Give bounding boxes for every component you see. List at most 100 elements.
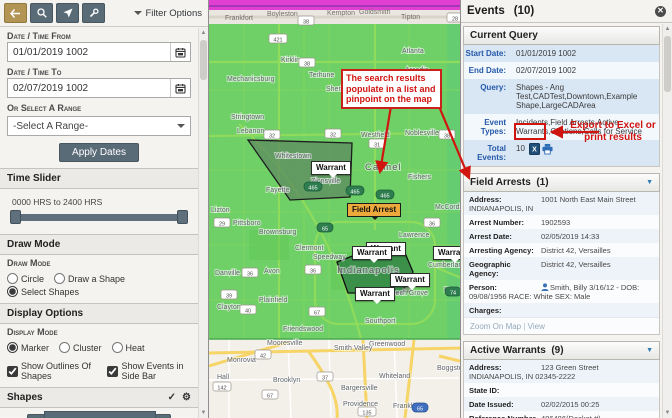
query-row: Start Date: 01/01/2019 1002 [464,45,659,62]
map-city-label: Noblesville [405,130,439,137]
map-city-label: Pittsboro [233,220,261,227]
svg-text:465: 465 [350,190,359,196]
back-arrow-icon [10,9,21,18]
time-slider-section-header: Time Slider [0,168,198,189]
map-city-label: Mooresville [267,340,303,347]
route-shield: 67 [262,390,278,400]
detail-row: State ID: [464,383,659,397]
route-shield: 37 [317,372,333,382]
filter-options-toggle[interactable]: Filter Options [134,8,203,19]
svg-text:36: 36 [429,222,435,228]
close-icon[interactable]: ✕ [655,6,666,17]
svg-text:65: 65 [322,227,328,233]
active-warrants-section: Active Warrants (9) ▼ Address:123 Green … [463,341,660,418]
field-arrest-map-label[interactable]: Field Arrest [347,203,401,217]
display-mode-option[interactable]: Cluster [59,342,102,353]
excel-export-icon[interactable]: X [529,143,540,155]
radio-button[interactable] [7,286,18,297]
range-select[interactable]: -Select A Range- [7,116,191,136]
route-shield: 29 [214,218,230,228]
time-slider[interactable] [10,210,188,224]
sidebar-scrollbar[interactable]: ▲ ▼ [198,28,208,418]
date-from-label: Date / Time From [0,28,198,42]
svg-text:40: 40 [245,309,251,315]
map-city-label: Mechanicsburg [227,76,275,83]
radio-button[interactable] [7,342,18,353]
time-slider-zone: 0000 HRS to 2400 HRS [0,189,198,234]
radio-button[interactable] [59,342,70,353]
back-button[interactable] [4,3,27,23]
warrant-map-label[interactable]: Warrant [311,161,351,175]
warrant-map-label[interactable]: Warrant [390,273,430,287]
location-arrow-icon [63,8,73,18]
route-shield: 65 [412,403,428,413]
radio-button[interactable] [7,273,18,284]
map-city-label: Stringtown [231,114,264,121]
detail-row: Address:123 Green Street INDIANAPOLIS, I… [464,360,659,383]
search-button[interactable] [30,3,53,23]
field-arrests-header[interactable]: Field Arrests (1) ▼ [463,173,660,192]
action-link[interactable]: Zoom On Map [470,322,521,331]
events-count: (10) [514,5,534,17]
radio-button[interactable] [54,273,65,284]
draw-mode-option[interactable]: Circle [7,273,44,284]
date-to-input[interactable] [8,83,170,94]
detail-row: Reference Number (s):486486(Docket #) [464,411,659,418]
map-city-label: Lizton [211,207,230,214]
detail-row: Address:1001 North East Main Street INDI… [464,192,659,215]
tools-button[interactable] [82,3,105,23]
chevron-down-icon: ▼ [646,179,653,186]
active-warrants-header[interactable]: Active Warrants (9) ▼ [463,341,660,360]
draw-mode-label: Draw Mode [0,255,198,269]
route-shield: 32 [264,130,280,140]
route-shield: 38 [299,58,315,68]
calendar-icon[interactable] [170,43,190,61]
warrant-map-label[interactable]: Warrant [352,246,392,260]
display-mode-option[interactable]: Heat [112,342,145,353]
map-city-label: Terhune [309,72,334,79]
map-city-label: Frankfort [225,15,253,22]
map-city-label: Arcadia [405,67,429,74]
radio-button[interactable] [112,342,123,353]
draw-mode-option[interactable]: Draw a Shape [54,273,125,284]
warrant-map-label[interactable]: Warrant [355,287,395,301]
slider-handle-end[interactable] [177,210,188,224]
check-icon[interactable]: ✓ [168,392,176,403]
calendar-icon[interactable] [170,79,190,97]
svg-text:32: 32 [269,134,275,140]
route-shield: 67 [309,307,325,317]
map-city-label: Kirklin [281,57,300,64]
map-city-label: Southport [365,318,395,325]
field-arrest-links: Zoom On MapView [464,317,659,334]
map-city-label: Tipton [401,14,420,21]
slider-handle-start[interactable] [10,210,21,224]
locate-button[interactable] [56,3,79,23]
time-range-label: 0000 HRS to 2400 HRS [10,197,188,207]
svg-text:67: 67 [314,311,320,317]
map-city-label: Danville [215,270,240,277]
route-shield: 65 [317,223,333,233]
svg-text:38: 38 [444,134,450,140]
display-checkbox[interactable]: Show Events in Side Bar [107,361,191,381]
print-icon[interactable] [542,143,553,155]
action-link[interactable]: View [521,322,545,331]
svg-text:421: 421 [273,38,282,44]
partial-button[interactable] [44,411,156,418]
events-panel: Events (10) ✕ Current Query Start Date: … [460,0,672,418]
date-from-input[interactable] [8,47,170,58]
chevron-down-icon [177,124,185,132]
events-scrollbar[interactable]: ▲ ▼ [662,24,672,418]
checkbox[interactable] [7,366,18,377]
draw-mode-option[interactable]: Select Shapes [7,286,79,297]
display-checkbox[interactable]: Show Outlines Of Shapes [7,361,93,381]
gear-icon[interactable]: ⚙ [182,392,191,403]
checkbox[interactable] [107,366,118,377]
map-city-label: Lebanon [237,128,264,135]
svg-text:38: 38 [304,62,310,68]
route-shield: 36 [424,218,440,228]
query-row: Query: Shapes - Ang Test,CADTest,Downtow… [464,79,659,114]
apply-dates-button[interactable]: Apply Dates [59,143,139,162]
display-mode-option[interactable]: Marker [7,342,49,353]
chevron-down-icon: ▼ [646,347,653,354]
map-city-label: Speedway [313,254,346,261]
